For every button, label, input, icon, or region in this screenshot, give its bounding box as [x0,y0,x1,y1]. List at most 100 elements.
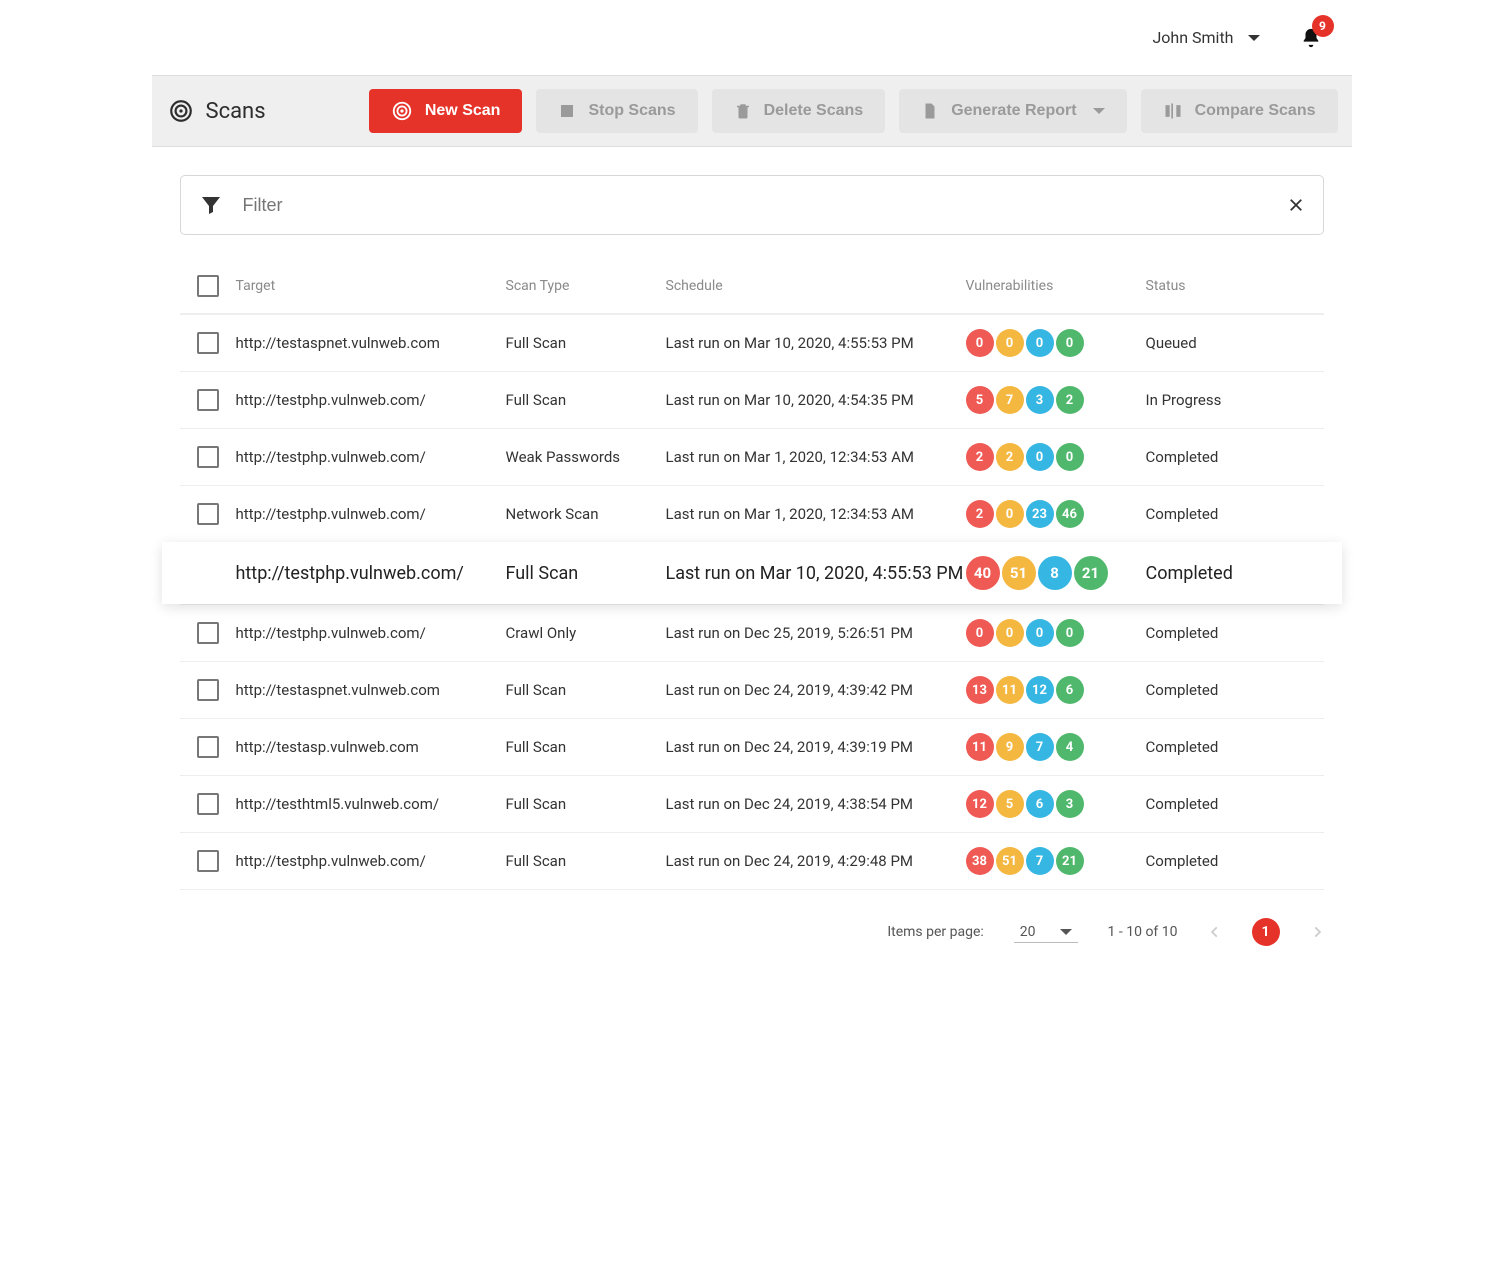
vuln-critical: 13 [966,676,994,704]
select-all-checkbox[interactable] [197,275,219,297]
cell-status: Completed [1146,738,1324,756]
col-scan-type: Scan Type [506,278,666,294]
cell-schedule: Last run on Mar 10, 2020, 4:55:53 PM [666,563,966,584]
cell-target: http://testphp.vulnweb.com/ [236,852,506,870]
delete-scans-label: Delete Scans [764,102,864,120]
cell-target: http://testphp.vulnweb.com/ [236,391,506,409]
table-row[interactable]: http://testasp.vulnweb.comFull ScanLast … [180,718,1324,775]
cell-schedule: Last run on Dec 24, 2019, 4:39:19 PM [666,738,966,756]
table-row[interactable]: http://testphp.vulnweb.com/Network ScanL… [180,485,1324,542]
vuln-medium: 0 [1026,443,1054,471]
vuln-high: 51 [996,847,1024,875]
cell-vulnerabilities: 5732 [966,386,1146,414]
user-menu[interactable]: John Smith [1152,28,1259,47]
compare-scans-button[interactable]: Compare Scans [1141,89,1338,133]
row-checkbox[interactable] [197,850,219,872]
cell-status: Completed [1146,852,1324,870]
generate-report-button[interactable]: Generate Report [899,89,1126,133]
cell-target: http://testphp.vulnweb.com/ [236,448,506,466]
chevron-left-icon [1208,922,1222,942]
vuln-high: 0 [996,329,1024,357]
file-icon [921,101,939,121]
cell-target: http://testaspnet.vulnweb.com [236,334,506,352]
cell-scan-type: Full Scan [506,391,666,409]
generate-report-label: Generate Report [951,102,1076,120]
pagination-range: 1 - 10 of 10 [1108,924,1178,940]
compare-scans-label: Compare Scans [1195,102,1316,120]
chevron-right-icon [1310,922,1324,942]
table-row[interactable]: http://testphp.vulnweb.com/Weak Password… [180,428,1324,485]
vuln-high: 0 [996,619,1024,647]
row-checkbox[interactable] [197,332,219,354]
vuln-critical: 40 [966,556,1000,590]
cell-status: Completed [1146,624,1324,642]
cell-target: http://testphp.vulnweb.com/ [236,624,506,642]
table-row[interactable]: http://testphp.vulnweb.com/Crawl OnlyLas… [180,604,1324,661]
cell-vulnerabilities: 4051821 [966,556,1146,590]
vuln-high: 2 [996,443,1024,471]
cell-target: http://testaspnet.vulnweb.com [236,681,506,699]
cell-target: http://testhtml5.vulnweb.com/ [236,795,506,813]
vuln-low: 21 [1056,847,1084,875]
vuln-high: 51 [1002,556,1036,590]
cell-scan-type: Full Scan [506,852,666,870]
user-name: John Smith [1152,28,1233,47]
table-row[interactable]: http://testphp.vulnweb.com/Full ScanLast… [162,542,1342,604]
items-per-page-select[interactable]: 20 [1014,922,1078,943]
current-page[interactable]: 1 [1252,918,1280,946]
caret-down-icon [1093,108,1105,114]
cell-target: http://testphp.vulnweb.com/ [236,563,506,584]
row-checkbox[interactable] [197,736,219,758]
col-target: Target [236,278,506,294]
cell-schedule: Last run on Mar 1, 2020, 12:34:53 AM [666,448,966,466]
row-checkbox[interactable] [197,622,219,644]
stop-scans-button[interactable]: Stop Scans [536,89,697,133]
vuln-critical: 2 [966,443,994,471]
delete-scans-button[interactable]: Delete Scans [712,89,886,133]
notifications-button[interactable]: 9 [1300,27,1322,49]
stop-scans-label: Stop Scans [588,102,675,120]
prev-page-button[interactable] [1208,922,1222,942]
vuln-high: 0 [996,500,1024,528]
content: Target Scan Type Schedule Vulnerabilitie… [152,147,1352,900]
target-icon [168,98,194,124]
scans-table: Target Scan Type Schedule Vulnerabilitie… [180,259,1324,890]
table-row[interactable]: http://testhtml5.vulnweb.com/Full ScanLa… [180,775,1324,832]
cell-scan-type: Weak Passwords [506,448,666,466]
cell-status: Completed [1146,795,1324,813]
cell-vulnerabilities: 2200 [966,443,1146,471]
new-scan-label: New Scan [425,102,501,120]
table-row[interactable]: http://testaspnet.vulnweb.comFull ScanLa… [180,314,1324,371]
next-page-button[interactable] [1310,922,1324,942]
row-checkbox[interactable] [197,503,219,525]
stop-icon [558,102,576,120]
cell-status: Queued [1146,334,1324,352]
vuln-medium: 12 [1026,676,1054,704]
table-row[interactable]: http://testaspnet.vulnweb.comFull ScanLa… [180,661,1324,718]
table-row[interactable]: http://testphp.vulnweb.com/Full ScanLast… [180,371,1324,428]
col-vulnerabilities: Vulnerabilities [966,278,1146,294]
vuln-low: 3 [1056,790,1084,818]
filter-icon [199,193,223,217]
vuln-low: 46 [1056,500,1084,528]
cell-status: Completed [1146,448,1324,466]
vuln-high: 9 [996,733,1024,761]
row-checkbox[interactable] [197,793,219,815]
table-row[interactable]: http://testphp.vulnweb.com/Full ScanLast… [180,832,1324,889]
cell-schedule: Last run on Mar 10, 2020, 4:55:53 PM [666,334,966,352]
vuln-critical: 0 [966,329,994,357]
vuln-low: 0 [1056,329,1084,357]
filter-input[interactable] [241,194,1269,217]
cell-target: http://testasp.vulnweb.com [236,738,506,756]
filter-clear-button[interactable] [1287,196,1305,214]
vuln-medium: 0 [1026,329,1054,357]
row-checkbox[interactable] [197,679,219,701]
new-scan-button[interactable]: New Scan [369,89,523,133]
cell-schedule: Last run on Dec 24, 2019, 4:39:42 PM [666,681,966,699]
cell-status: Completed [1146,563,1324,584]
page-title: Scans [206,99,266,124]
items-per-page-value: 20 [1020,924,1036,940]
row-checkbox[interactable] [197,389,219,411]
row-checkbox[interactable] [197,446,219,468]
cell-vulnerabilities: 0000 [966,329,1146,357]
